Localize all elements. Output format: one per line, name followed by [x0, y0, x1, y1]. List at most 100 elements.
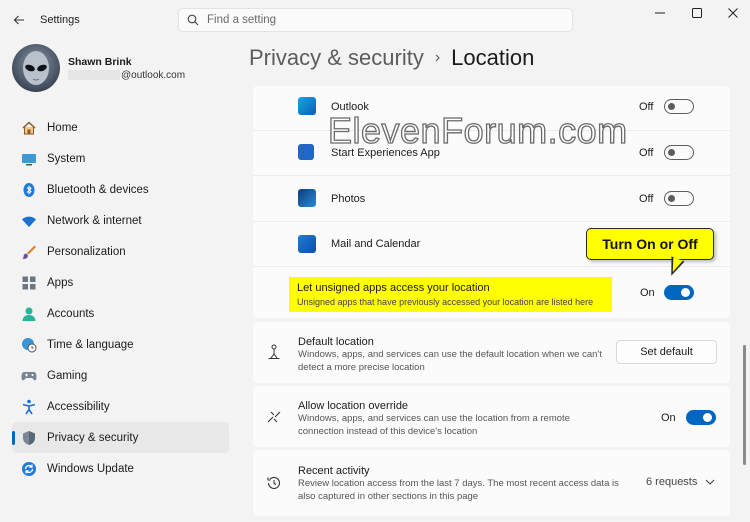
- default-location-title: Default location: [298, 336, 374, 348]
- app-row-start-experiences: Start Experiences App Off: [253, 131, 730, 175]
- search-input[interactable]: [207, 14, 547, 26]
- sidebar-item-home[interactable]: Home: [12, 112, 229, 143]
- location-override-title: Allow location override: [298, 400, 409, 412]
- search-box[interactable]: [178, 8, 573, 32]
- sidebar-item-label: System: [47, 152, 86, 165]
- start-experiences-location-toggle[interactable]: [664, 145, 694, 160]
- email-redaction: [68, 70, 120, 81]
- accessibility-icon: [20, 398, 38, 416]
- unsigned-apps-subtitle: Unsigned apps that have previously acces…: [297, 297, 594, 307]
- person-icon: [20, 305, 38, 323]
- sidebar-item-accessibility[interactable]: Accessibility: [12, 391, 229, 422]
- sidebar-item-label: Apps: [47, 276, 74, 289]
- location-override-card: Allow location override Windows, apps, a…: [253, 386, 730, 447]
- user-name: Shawn Brink: [68, 56, 132, 68]
- globe-clock-icon: [20, 336, 38, 354]
- toggle-state-label: Off: [639, 147, 654, 159]
- minimize-button[interactable]: [646, 4, 674, 22]
- start-experiences-icon: [298, 144, 314, 160]
- app-name: Photos: [331, 193, 366, 205]
- chevron-down-icon[interactable]: [705, 477, 715, 487]
- sidebar-item-label: Network & internet: [47, 214, 142, 227]
- sidebar-item-windows-update[interactable]: Windows Update: [12, 453, 229, 484]
- sidebar-item-personalization[interactable]: Personalization: [12, 236, 229, 267]
- sidebar-item-network[interactable]: Network & internet: [12, 205, 229, 236]
- toggle-state-label: Off: [639, 193, 654, 205]
- default-location-card: Default location Windows, apps, and serv…: [253, 322, 730, 383]
- app-name: Start Experiences App: [331, 147, 440, 159]
- bluetooth-icon: [20, 181, 38, 199]
- app-title: Settings: [40, 14, 80, 26]
- monitor-icon: [20, 150, 38, 168]
- location-override-desc: Windows, apps, and services can use the …: [298, 413, 570, 437]
- page-title: Location: [451, 45, 535, 70]
- default-location-desc: Windows, apps, and services can use the …: [298, 349, 602, 373]
- toggle-state-label: On: [661, 412, 676, 424]
- alien-avatar-icon: [23, 51, 49, 85]
- sidebar-item-apps[interactable]: Apps: [12, 267, 229, 298]
- app-row-outlook: Outlook Off: [253, 86, 730, 130]
- sidebar-item-gaming[interactable]: Gaming: [12, 360, 229, 391]
- avatar: [12, 44, 60, 92]
- unsigned-apps-title: Let unsigned apps access your location: [297, 282, 490, 294]
- location-override-icon: [265, 408, 283, 426]
- app-permissions-card: Outlook Off Start Experiences App Off Ph…: [253, 86, 730, 318]
- recent-activity-desc: Review location access from the last 7 d…: [298, 478, 619, 502]
- outlook-location-toggle[interactable]: [664, 99, 694, 114]
- search-icon: [187, 14, 199, 26]
- email-suffix: @outlook.com: [121, 70, 186, 81]
- scrollbar[interactable]: [743, 345, 746, 465]
- home-icon: [20, 119, 38, 137]
- breadcrumb: Privacy & security › Location: [249, 45, 534, 71]
- request-count: 6 requests: [646, 476, 698, 488]
- sidebar-item-bluetooth[interactable]: Bluetooth & devices: [12, 174, 229, 205]
- sidebar-item-label: Bluetooth & devices: [47, 183, 149, 196]
- gamepad-icon: [20, 367, 38, 385]
- brush-icon: [20, 243, 38, 261]
- user-profile[interactable]: Shawn Brink @outlook.com: [12, 44, 242, 94]
- maximize-icon: [692, 8, 702, 18]
- close-button[interactable]: [719, 4, 747, 22]
- app-name: Mail and Calendar: [331, 238, 421, 250]
- minimize-icon: [655, 12, 665, 14]
- set-default-button[interactable]: Set default: [616, 340, 717, 364]
- sidebar-item-label: Accounts: [47, 307, 95, 320]
- photos-icon: [298, 189, 316, 207]
- divider: [253, 266, 730, 267]
- shield-icon: [20, 429, 38, 447]
- unsigned-apps-location-toggle[interactable]: [664, 285, 694, 300]
- close-icon: [728, 8, 738, 18]
- callout-annotation: Turn On or Off: [586, 228, 714, 260]
- recent-activity-title: Recent activity: [298, 465, 370, 477]
- toggle-state-label: Off: [639, 101, 654, 113]
- location-override-toggle[interactable]: [686, 410, 716, 425]
- history-icon: [265, 474, 283, 492]
- apps-icon: [20, 274, 38, 292]
- sidebar-nav: Home System Bluetooth & devices Network …: [12, 112, 229, 484]
- wifi-icon: [20, 212, 38, 230]
- arrow-left-icon: [13, 15, 24, 25]
- sidebar-item-privacy-security[interactable]: Privacy & security: [12, 422, 229, 453]
- sidebar-item-label: Privacy & security: [47, 431, 139, 444]
- photos-location-toggle[interactable]: [664, 191, 694, 206]
- sidebar-item-accounts[interactable]: Accounts: [12, 298, 229, 329]
- breadcrumb-separator: ›: [434, 49, 441, 66]
- recent-activity-card[interactable]: Recent activity Review location access f…: [253, 450, 730, 516]
- update-icon: [20, 460, 38, 478]
- maximize-button[interactable]: [683, 4, 711, 22]
- app-name: Outlook: [331, 101, 369, 113]
- back-button[interactable]: [8, 10, 30, 30]
- sidebar-item-label: Windows Update: [47, 462, 134, 475]
- sidebar-item-time-language[interactable]: Time & language: [12, 329, 229, 360]
- title-bar: Settings: [0, 0, 750, 40]
- sidebar-item-label: Time & language: [47, 338, 134, 351]
- unsigned-apps-highlight: Let unsigned apps access your location U…: [289, 277, 612, 312]
- app-row-photos: Photos Off: [253, 176, 730, 220]
- toggle-state-label: On: [640, 287, 655, 299]
- breadcrumb-parent[interactable]: Privacy & security: [249, 45, 424, 71]
- sidebar-item-label: Gaming: [47, 369, 88, 382]
- sidebar-item-system[interactable]: System: [12, 143, 229, 174]
- outlook-icon: [298, 97, 316, 115]
- sidebar-item-label: Personalization: [47, 245, 126, 258]
- sidebar-item-label: Accessibility: [47, 400, 110, 413]
